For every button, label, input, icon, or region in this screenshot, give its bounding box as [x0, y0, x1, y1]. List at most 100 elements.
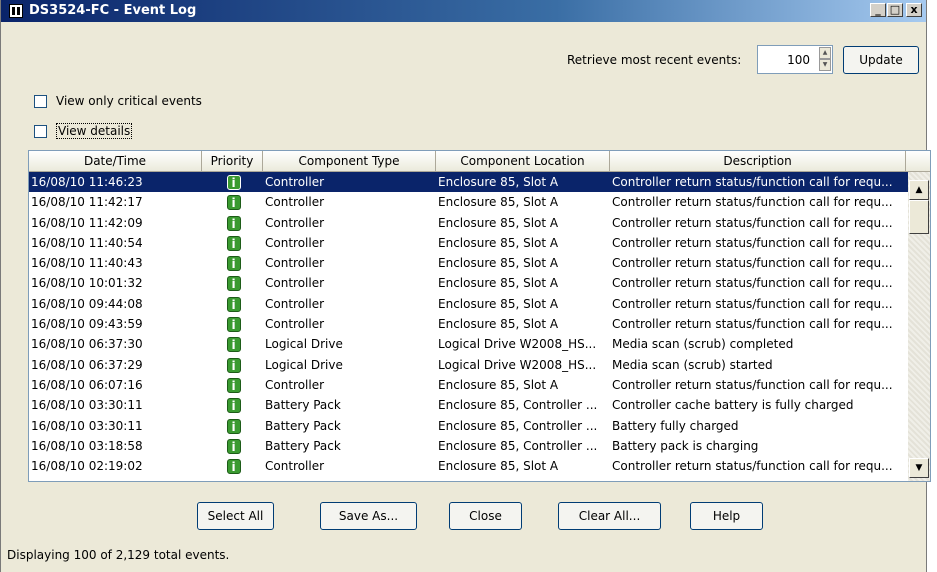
row-component-location: Enclosure 85, Slot A — [438, 459, 559, 474]
info-icon: i — [226, 195, 241, 211]
column-header-date[interactable]: Date/Time — [29, 151, 202, 172]
row-component-location: Enclosure 85, Slot A — [438, 377, 559, 392]
row-priority: i — [202, 456, 263, 476]
table-row[interactable]: 16/08/10 09:44:08 i Controller Enclosure 85… — [29, 294, 909, 314]
row-date: 16/08/10 11:42:17 — [31, 195, 143, 210]
info-icon: i — [226, 337, 241, 353]
retrieve-count-spinner[interactable]: 100 ▲ ▼ — [757, 45, 833, 74]
row-date: 16/08/10 03:30:11 — [31, 398, 143, 413]
row-component-location: Enclosure 85, Controller ... — [438, 438, 598, 453]
table-body: 16/08/10 11:46:23 i Controller Enclosure 85… — [29, 172, 909, 476]
info-icon: i — [226, 276, 241, 292]
critical-events-checkbox[interactable] — [34, 94, 47, 108]
row-component-type: Controller — [265, 296, 325, 311]
scroll-down-icon[interactable]: ▼ — [909, 458, 929, 478]
row-date: 16/08/10 03:30:11 — [31, 418, 143, 433]
close-button[interactable]: Close — [449, 502, 522, 530]
row-priority: i — [202, 233, 263, 253]
row-component-location: Logical Drive W2008_HS... — [438, 337, 597, 352]
update-button[interactable]: Update — [843, 46, 919, 74]
info-icon: i — [226, 317, 241, 333]
column-header-description[interactable]: Description — [610, 151, 906, 172]
row-date: 16/08/10 09:44:08 — [31, 296, 143, 311]
window-title: DS3524-FC - Event Log — [29, 3, 197, 18]
row-description: Controller return status/function call f… — [612, 276, 893, 291]
event-log-window: DS3524-FC - Event Log _ □ x Retrieve mos… — [0, 0, 931, 572]
table-row[interactable]: 16/08/10 03:30:11 i Battery Pack Enclosure … — [29, 416, 909, 436]
spin-down-icon[interactable]: ▼ — [819, 59, 831, 71]
view-details-option[interactable]: View details — [34, 123, 133, 139]
spin-up-icon[interactable]: ▲ — [819, 47, 831, 59]
scroll-up-icon[interactable]: ▲ — [909, 180, 929, 200]
table-row[interactable]: 16/08/10 11:42:09 i Controller Enclosure 85… — [29, 213, 909, 233]
row-priority: i — [202, 395, 263, 415]
event-table: Date/Time Priority Component Type Compon… — [28, 150, 931, 482]
row-description: Battery pack is charging — [612, 438, 759, 453]
row-priority: i — [202, 375, 263, 395]
row-date: 16/08/10 11:42:09 — [31, 215, 143, 230]
info-icon: i — [226, 357, 241, 373]
title-bar[interactable]: DS3524-FC - Event Log _ □ x — [1, 0, 926, 22]
table-row[interactable]: 16/08/10 11:40:43 i Controller Enclosure 85… — [29, 253, 909, 273]
table-row[interactable]: 16/08/10 09:43:59 i Controller Enclosure 85… — [29, 314, 909, 334]
row-component-type: Battery Pack — [265, 438, 341, 453]
scroll-thumb[interactable] — [909, 200, 929, 234]
row-component-type: Battery Pack — [265, 398, 341, 413]
table-row[interactable]: 16/08/10 03:18:58 i Battery Pack Enclosure … — [29, 436, 909, 456]
table-row[interactable]: 16/08/10 06:37:30 i Logical Drive Logical D… — [29, 334, 909, 354]
row-component-location: Enclosure 85, Slot A — [438, 175, 559, 189]
maximize-button[interactable]: □ — [887, 3, 903, 17]
row-description: Controller return status/function call f… — [612, 215, 893, 230]
table-row[interactable]: 16/08/10 06:07:16 i Controller Enclosure 85… — [29, 375, 909, 395]
table-row[interactable]: 16/08/10 11:46:23 i Controller Enclosure 85… — [29, 172, 909, 193]
column-header-component-type[interactable]: Component Type — [263, 151, 436, 172]
row-description: Controller return status/function call f… — [612, 195, 893, 210]
table-row[interactable]: 16/08/10 10:01:32 i Controller Enclosure 85… — [29, 273, 909, 293]
help-button[interactable]: Help — [690, 502, 763, 530]
row-component-type: Battery Pack — [265, 418, 341, 433]
row-priority: i — [202, 192, 263, 212]
row-component-type: Logical Drive — [265, 357, 343, 372]
table-row[interactable]: 16/08/10 03:30:11 i Battery Pack Enclosure … — [29, 395, 909, 415]
info-icon: i — [226, 175, 241, 190]
table-row[interactable]: 16/08/10 06:37:29 i Logical Drive Logical D… — [29, 355, 909, 375]
row-component-type: Controller — [265, 276, 325, 291]
row-component-location: Enclosure 85, Slot A — [438, 256, 559, 271]
row-component-location: Enclosure 85, Slot A — [438, 235, 559, 250]
row-date: 16/08/10 06:37:29 — [31, 357, 143, 372]
column-header-priority[interactable]: Priority — [202, 151, 263, 172]
row-priority: i — [202, 172, 263, 192]
row-description: Controller return status/function call f… — [612, 317, 893, 332]
row-description: Controller return status/function call f… — [612, 296, 893, 311]
column-header-component-location[interactable]: Component Location — [436, 151, 610, 172]
row-description: Battery fully charged — [612, 418, 739, 433]
row-component-type: Controller — [265, 256, 325, 271]
minimize-button[interactable]: _ — [870, 3, 886, 17]
row-date: 16/08/10 06:37:30 — [31, 337, 143, 352]
view-details-checkbox[interactable] — [34, 124, 47, 138]
row-priority: i — [202, 355, 263, 375]
row-date: 16/08/10 11:46:23 — [31, 175, 143, 189]
table-row[interactable]: 16/08/10 11:40:54 i Controller Enclosure 85… — [29, 233, 909, 253]
vertical-scrollbar[interactable]: ▲ ▼ — [908, 172, 930, 481]
row-description: Controller return status/function call f… — [612, 175, 893, 189]
status-text: Displaying 100 of 2,129 total events. — [7, 548, 230, 562]
row-priority: i — [202, 294, 263, 314]
row-date: 16/08/10 02:19:02 — [31, 459, 143, 474]
row-date: 16/08/10 11:40:43 — [31, 256, 143, 271]
table-row[interactable]: 16/08/10 11:42:17 i Controller Enclosure 85… — [29, 192, 909, 212]
row-component-location: Enclosure 85, Slot A — [438, 195, 559, 210]
close-window-button[interactable]: x — [906, 3, 922, 17]
row-priority: i — [202, 314, 263, 334]
info-icon: i — [226, 398, 241, 414]
retrieve-count-value[interactable]: 100 — [787, 53, 810, 67]
critical-events-option[interactable]: View only critical events — [34, 94, 202, 108]
clear-all-button[interactable]: Clear All... — [558, 502, 661, 530]
row-priority: i — [202, 436, 263, 456]
row-component-location: Enclosure 85, Slot A — [438, 317, 559, 332]
select-all-button[interactable]: Select All — [197, 502, 274, 530]
table-row[interactable]: 16/08/10 02:19:02 i Controller Enclosure 85… — [29, 456, 909, 476]
info-icon: i — [226, 215, 241, 231]
row-component-location: Enclosure 85, Controller ... — [438, 418, 598, 433]
save-as-button[interactable]: Save As... — [320, 502, 417, 530]
